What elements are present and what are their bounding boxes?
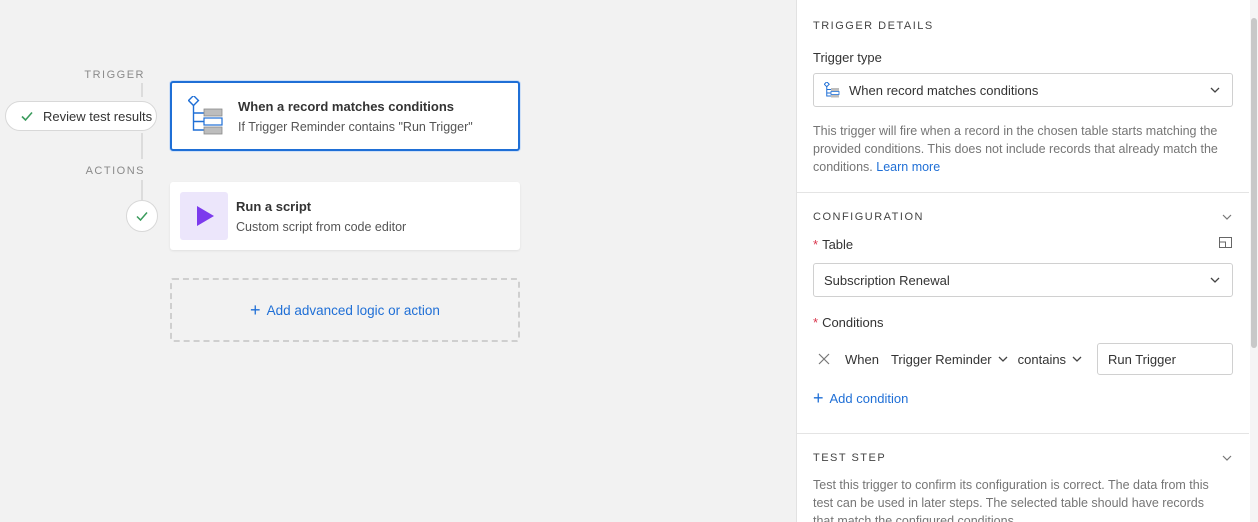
test-step-section: TEST STEP [797,452,1249,464]
flow-rail [141,83,143,97]
review-test-results-label: Review test results [43,108,153,124]
record-conditions-icon [182,92,230,140]
trigger-type-label-wrap: Trigger type [797,50,1249,65]
details-panel: TRIGGER DETAILS Trigger type When record… [796,0,1258,522]
table-label-wrap: * Table [797,237,1249,252]
trigger-details-heading: TRIGGER DETAILS [813,20,934,32]
plus-icon: + [250,300,261,320]
conditions-label-wrap: * Conditions [797,315,1249,330]
remove-condition-icon[interactable] [817,352,831,366]
plus-icon: + [813,388,824,408]
check-icon [20,109,34,123]
configuration-section: CONFIGURATION [797,211,1249,223]
required-marker: * [813,315,819,330]
trigger-section-label: TRIGGER [84,69,145,81]
conditions-label: Conditions [822,315,884,330]
trigger-card[interactable]: When a record matches conditions If Trig… [170,81,520,151]
chevron-down-icon [1210,277,1220,283]
add-advanced-logic-label: Add advanced logic or action [266,302,440,318]
condition-field-value: Trigger Reminder [890,351,992,367]
flow-rail [141,180,143,200]
flow-rail [141,133,143,159]
trigger-card-subtitle: If Trigger Reminder contains "Run Trigge… [238,119,473,134]
trigger-type-value: When record matches conditions [849,82,1039,98]
test-step-heading: TEST STEP [813,452,887,464]
collapse-configuration-icon[interactable] [1222,212,1232,222]
configuration-heading: CONFIGURATION [813,211,924,223]
chevron-down-icon [1072,356,1082,362]
trigger-card-title: When a record matches conditions [238,98,454,114]
test-step-description: Test this trigger to confirm its configu… [813,478,1209,522]
play-script-icon [180,192,228,240]
section-divider [797,192,1249,193]
condition-operator-value: contains [1017,351,1067,367]
condition-value-input[interactable]: Run Trigger [1097,343,1233,375]
table-value: Subscription Renewal [824,272,950,288]
check-icon [136,212,148,222]
automation-canvas: TRIGGER ACTIONS Review test results When… [0,0,796,522]
add-condition-label: Add condition [829,390,909,406]
trigger-description: This trigger will fire when a record in … [797,122,1249,176]
required-marker: * [813,237,819,252]
condition-when-label: When [845,351,879,367]
table-label: Table [822,237,854,252]
trigger-details-section: TRIGGER DETAILS [797,20,1249,32]
chevron-down-icon [998,356,1008,362]
run-script-subtitle: Custom script from code editor [236,219,407,234]
record-conditions-icon [824,82,840,98]
review-test-results-button[interactable]: Review test results [5,101,157,131]
section-divider [797,433,1249,434]
add-advanced-logic-button[interactable]: + Add advanced logic or action [170,278,520,342]
trigger-description-text: This trigger will fire when a record in … [813,124,1218,174]
action-status-check [126,200,158,232]
actions-section-label: ACTIONS [85,165,145,177]
learn-more-link[interactable]: Learn more [876,160,940,174]
run-script-title: Run a script [236,198,312,214]
trigger-type-label: Trigger type [813,50,882,65]
condition-row: When Trigger Reminder contains Run Trigg… [813,343,1233,375]
table-select[interactable]: Subscription Renewal [813,263,1233,297]
run-script-card[interactable]: Run a script Custom script from code edi… [170,182,520,250]
condition-field-select[interactable]: Trigger Reminder [891,352,1008,367]
panel-scrollbar[interactable] [1250,0,1258,522]
chevron-down-icon [1210,87,1220,93]
condition-operator-select[interactable]: contains [1018,352,1082,367]
collapse-test-step-icon[interactable] [1222,453,1232,463]
trigger-type-select[interactable]: When record matches conditions [813,73,1233,107]
add-condition-button[interactable]: + Add condition [813,389,908,407]
scrollbar-thumb[interactable] [1251,18,1257,348]
expand-table-icon[interactable] [1219,237,1232,248]
